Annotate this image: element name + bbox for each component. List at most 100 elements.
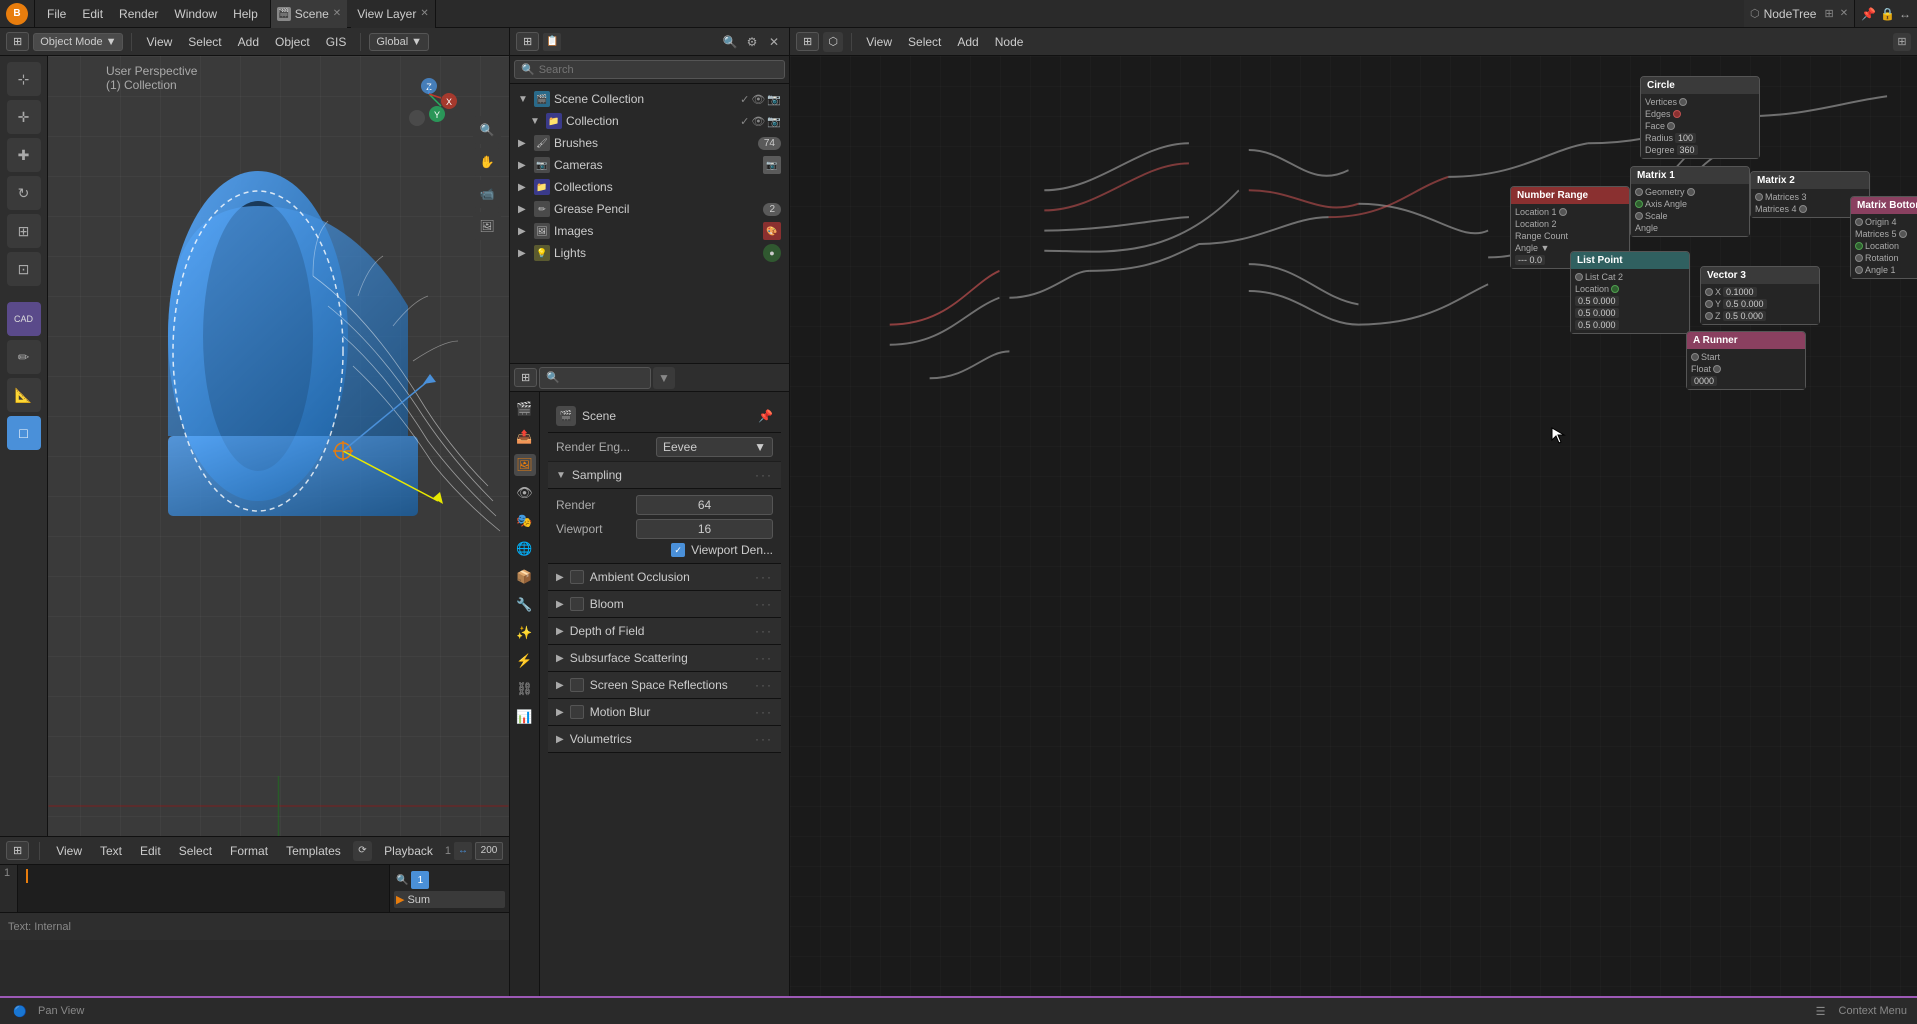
np-ar-out[interactable] <box>1713 365 1721 373</box>
cameras-item[interactable]: ▶ 📷 Cameras 📷 <box>510 154 789 176</box>
node-extra-1[interactable]: ⊞ <box>1893 33 1911 51</box>
node-arrows[interactable]: ↔ <box>1899 7 1911 21</box>
te-edit-menu[interactable]: Edit <box>134 842 167 860</box>
menu-edit[interactable]: Edit <box>76 5 109 23</box>
dof-section[interactable]: ▶ Depth of Field ··· <box>548 618 781 645</box>
tab-scene-icon[interactable]: 🎬 <box>514 398 536 420</box>
add-menu[interactable]: Add <box>232 33 265 51</box>
sc-eye[interactable]: 👁 <box>751 93 765 106</box>
np-mb-out[interactable] <box>1899 230 1907 238</box>
tab-scene-props-icon[interactable]: 🎭 <box>514 510 536 532</box>
vol-section[interactable]: ▶ Volumetrics ··· <box>548 726 781 753</box>
np-m1-out[interactable] <box>1687 188 1695 196</box>
te-select-menu[interactable]: Select <box>173 842 218 860</box>
tab-constraints-icon[interactable]: ⛓ <box>514 678 536 700</box>
np-v3-z[interactable] <box>1705 312 1713 320</box>
nodetree-tab-close[interactable]: ✕ <box>1840 8 1848 19</box>
tab-object-icon[interactable]: 📦 <box>514 566 536 588</box>
dof-dots[interactable]: ··· <box>755 624 773 638</box>
te-format-menu[interactable]: Format <box>224 842 274 860</box>
props-search-input[interactable] <box>564 372 644 384</box>
lights-item[interactable]: ▶ 💡 Lights ● <box>510 242 789 264</box>
node-add-menu[interactable]: Add <box>951 33 984 51</box>
zoom-btn[interactable]: 🔍 <box>473 116 501 144</box>
nodetree-copy-icon[interactable]: ⊞ <box>1824 7 1833 20</box>
scene-tab-label[interactable]: Scene <box>295 7 329 21</box>
pin-btn[interactable]: 📌 <box>1861 7 1876 21</box>
col-eye[interactable]: 👁 <box>751 115 765 128</box>
np-lp-in[interactable] <box>1575 273 1583 281</box>
frame-end-input[interactable]: 200 <box>475 842 503 860</box>
props-type-btn[interactable]: ⊞ <box>514 368 537 387</box>
te-playback-menu[interactable]: Playback <box>378 842 439 860</box>
menu-help[interactable]: Help <box>227 5 264 23</box>
tab-world-icon[interactable]: 🌐 <box>514 538 536 560</box>
tab-physics-icon[interactable]: ⚡ <box>514 650 536 672</box>
menu-render[interactable]: Render <box>113 5 164 23</box>
tab-data-icon[interactable]: 📊 <box>514 706 536 728</box>
viewport-3d[interactable]: ⊹ ✛ ✚ ↻ ⊞ ⊡ CAD ✏ 📐 □ User Perspective (… <box>0 56 509 836</box>
mb-dots[interactable]: ··· <box>755 705 773 719</box>
text-content[interactable] <box>18 865 389 912</box>
view-menu[interactable]: View <box>140 33 178 51</box>
col-check[interactable]: ✓ <box>740 115 749 128</box>
np-nr-out1[interactable] <box>1559 208 1567 216</box>
bloom-checkbox[interactable] <box>570 597 584 611</box>
settings-icon[interactable]: ⚙ <box>743 33 761 51</box>
np-m1-in[interactable] <box>1635 188 1643 196</box>
np-m1-axis[interactable] <box>1635 200 1643 208</box>
col-cam[interactable]: 📷 <box>767 115 781 128</box>
select-menu[interactable]: Select <box>182 33 227 51</box>
node-node-menu[interactable]: Node <box>989 33 1030 51</box>
te-view-menu[interactable]: View <box>50 842 88 860</box>
grease-pencil-item[interactable]: ▶ ✏ Grease Pencil 2 <box>510 198 789 220</box>
mb-checkbox[interactable] <box>570 705 584 719</box>
node-circle[interactable]: Circle Vertices Edges Face <box>1640 76 1760 159</box>
object-mode-btn[interactable]: Object Mode ▼ <box>33 33 123 51</box>
sampling-section-header[interactable]: ▼ Sampling ··· <box>548 462 781 489</box>
axis-widget[interactable]: Z X Y <box>399 76 459 136</box>
tab-view-icon[interactable]: 👁 <box>514 482 536 504</box>
tab-modifier-icon[interactable]: 🔧 <box>514 594 536 616</box>
np-m1-scale[interactable] <box>1635 212 1643 220</box>
vol-dots[interactable]: ··· <box>755 732 773 746</box>
render-engine-value[interactable]: Eevee ▼ <box>656 437 773 457</box>
blender-logo[interactable]: B <box>6 3 28 25</box>
np-mb-ang-in[interactable] <box>1855 266 1863 274</box>
scene-collection-item[interactable]: ▼ 🎬 Scene Collection ✓ 👁 📷 <box>510 88 789 110</box>
cad-tool[interactable]: CAD <box>7 302 41 336</box>
node-vector3[interactable]: Vector 3 X 0.1000 Y 0.5 0.000 Z <box>1700 266 1820 325</box>
measure-tool[interactable]: 📐 <box>7 378 41 412</box>
blender-small-icon[interactable]: 🔵 <box>10 1001 30 1021</box>
scale-tool[interactable]: ⊞ <box>7 214 41 248</box>
props-filter-btn[interactable]: ▼ <box>653 367 675 389</box>
node-mode-icon[interactable]: ⬡ <box>823 32 843 52</box>
np-v3-x[interactable] <box>1705 288 1713 296</box>
render-preview-btn[interactable]: 🖼 <box>473 212 501 240</box>
np-face-out[interactable] <box>1667 122 1675 130</box>
menu-window[interactable]: Window <box>168 5 223 23</box>
node-matrix1[interactable]: Matrix 1 Geometry Axis Angle Scale <box>1630 166 1750 237</box>
sc-check[interactable]: ✓ <box>740 93 749 106</box>
mb-section[interactable]: ▶ Motion Blur ··· <box>548 699 781 726</box>
np-v3-y[interactable] <box>1705 300 1713 308</box>
annotation-tool[interactable]: ✏ <box>7 340 41 374</box>
sc-cam[interactable]: 📷 <box>767 93 781 106</box>
cursor-tool[interactable]: ✛ <box>7 100 41 134</box>
node-editor[interactable]: ⊞ ⬡ View Select Add Node ⊞ <box>790 28 1917 996</box>
node-canvas[interactable]: Circle Vertices Edges Face <box>790 56 1917 996</box>
move-tool[interactable]: ✚ <box>7 138 41 172</box>
outliner-type-btn[interactable]: ⊞ <box>516 32 539 51</box>
rotate-tool[interactable]: ↻ <box>7 176 41 210</box>
sss-section[interactable]: ▶ Subsurface Scattering ··· <box>548 645 781 672</box>
text-editor-type-btn[interactable]: ⊞ <box>6 841 29 860</box>
object-menu[interactable]: Object <box>269 33 316 51</box>
transform-btn[interactable]: Global ▼ <box>369 33 429 51</box>
filter-icon[interactable]: 🔍 <box>721 33 739 51</box>
np-vertices-out[interactable] <box>1679 98 1687 106</box>
node-type-btn[interactable]: ⊞ <box>796 32 819 51</box>
np-m2-out[interactable] <box>1799 205 1807 213</box>
close-outliner-icon[interactable]: ✕ <box>765 33 783 51</box>
sampling-dots[interactable]: ··· <box>755 468 773 482</box>
viewport-den-check[interactable]: ✓ <box>671 543 685 557</box>
